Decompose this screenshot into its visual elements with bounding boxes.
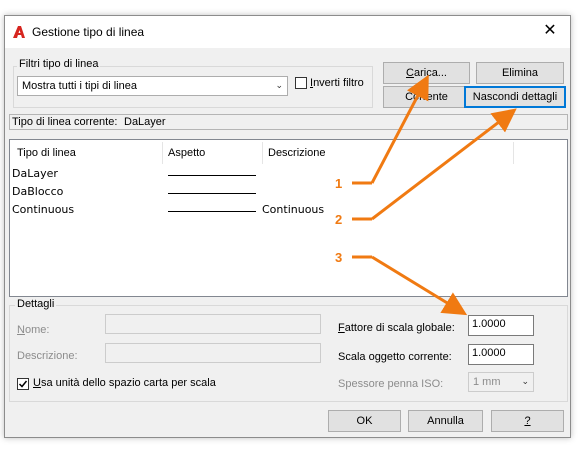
callout-number-3: 3 <box>335 250 343 265</box>
callout-arrow-3 <box>352 255 468 316</box>
callout-arrow-1 <box>352 74 429 185</box>
callout-number-2: 2 <box>335 212 343 227</box>
callout-arrow-2 <box>352 108 517 221</box>
callout-arrows-overlay <box>352 74 517 316</box>
callout-number-1: 1 <box>335 176 343 191</box>
